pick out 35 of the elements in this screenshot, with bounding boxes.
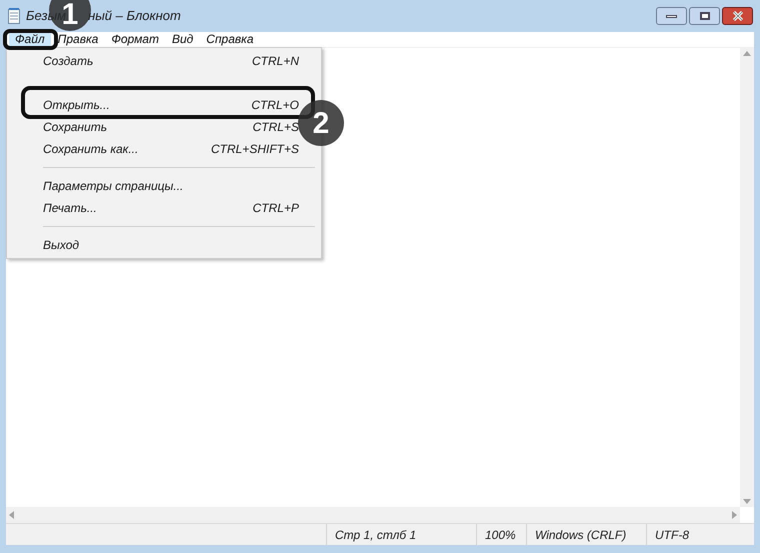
menu-item-label: Сохранить — [43, 119, 108, 136]
menu-bar-item[interactable]: Файл — [9, 32, 51, 46]
shortcut-label: CTRL+S — [252, 119, 299, 136]
shortcut-label: CTRL+P — [252, 200, 299, 217]
scroll-right-icon[interactable] — [732, 511, 737, 519]
menu-item-label: Сохранить как... — [43, 141, 138, 158]
menu-item-label: Создать — [43, 53, 94, 70]
menu-item-label: Параметры страницы... — [43, 178, 184, 195]
close-icon — [732, 11, 744, 21]
menu-bar-item[interactable]: Правка — [56, 32, 104, 46]
menu-item-label: Печать... — [43, 200, 97, 217]
scroll-left-icon[interactable] — [9, 511, 14, 519]
menu-item-label: Выход — [43, 237, 80, 254]
maximize-icon — [700, 12, 710, 20]
vertical-scrollbar[interactable] — [740, 48, 754, 507]
minimize-button[interactable] — [656, 7, 687, 25]
scroll-down-icon[interactable] — [743, 499, 751, 504]
shortcut-label: CTRL+N — [252, 53, 299, 70]
status-text: Windows (CRLF) — [535, 526, 626, 544]
status-text: 100% — [485, 526, 516, 544]
close-button[interactable] — [722, 7, 753, 25]
shortcut-label: CTRL+O — [251, 97, 299, 114]
menu-item-label: Открыть... — [43, 97, 110, 114]
status-text: UTF-8 — [655, 526, 689, 544]
maximize-button[interactable] — [689, 7, 720, 25]
horizontal-scrollbar[interactable] — [6, 507, 740, 523]
menu-bar-item[interactable]: Справка — [200, 32, 260, 46]
minimize-icon — [666, 14, 677, 18]
scroll-up-icon[interactable] — [743, 51, 751, 56]
highlight-frame — [3, 29, 58, 50]
shortcut-label: CTRL+SHIFT+S — [210, 141, 299, 158]
menu-bar-item[interactable]: Формат — [105, 32, 165, 46]
status-text: Стр 1, стлб 1 — [335, 526, 416, 544]
menu-bar-item[interactable]: Вид — [166, 32, 200, 46]
notepad-icon — [8, 8, 20, 24]
